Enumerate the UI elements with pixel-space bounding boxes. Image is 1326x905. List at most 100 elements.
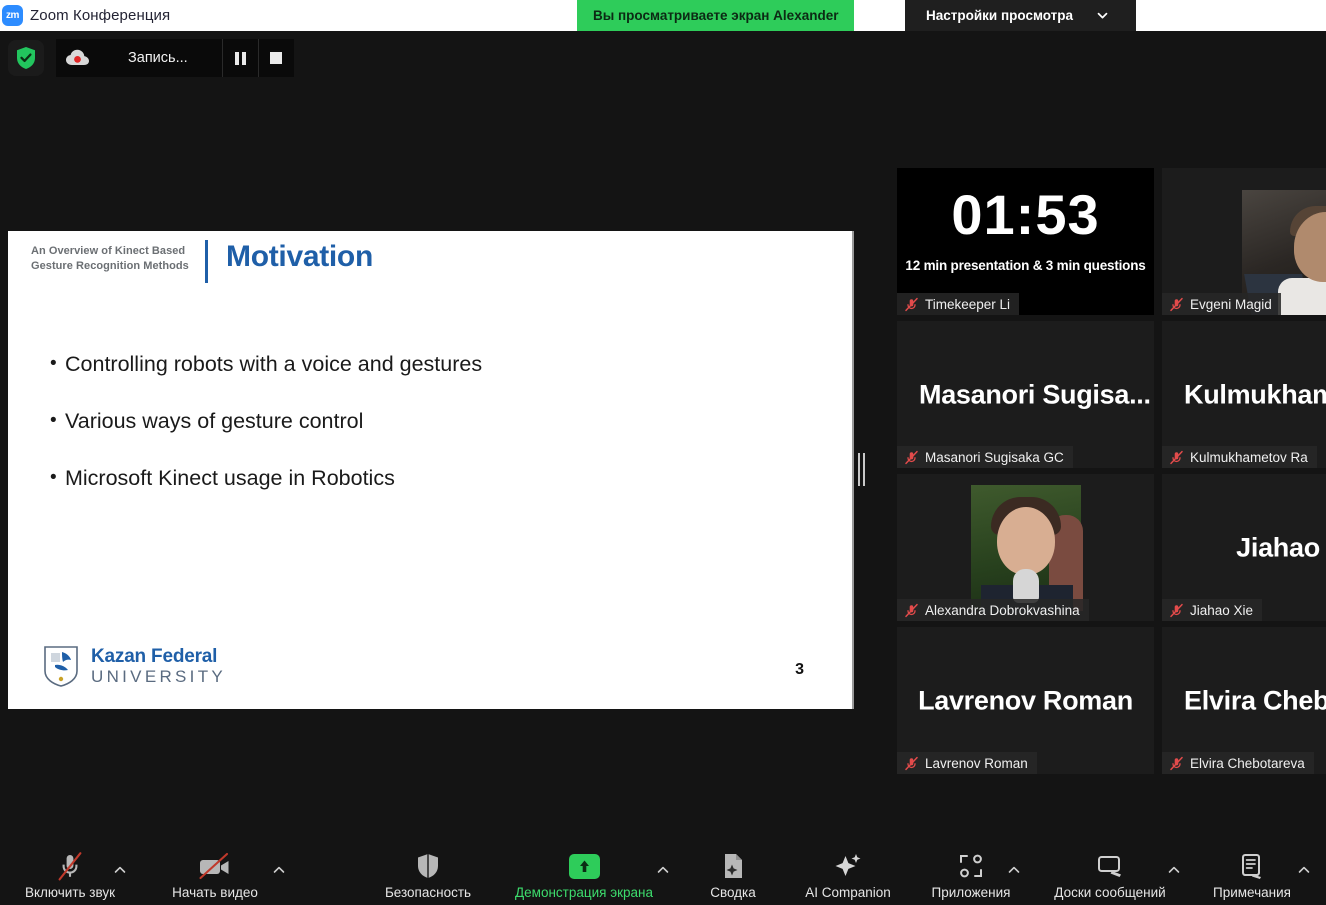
shield-icon bbox=[415, 849, 441, 883]
bullet-text: Various ways of gesture control bbox=[65, 408, 363, 434]
meeting-toolbar: Включить звук Начать видео bbox=[0, 833, 1326, 905]
toolbar-label: Включить звук bbox=[25, 885, 115, 900]
toolbar-label: Сводка bbox=[710, 885, 756, 900]
security-shield-icon[interactable] bbox=[8, 40, 44, 76]
microphone-muted-icon bbox=[904, 450, 919, 465]
zoom-logo-icon: zm bbox=[2, 5, 23, 26]
microphone-muted-icon bbox=[1169, 297, 1184, 312]
toolbar-label: Безопасность bbox=[385, 885, 471, 900]
participant-tile-lavrenov[interactable]: Lavrenov Roman Lavrenov Roman bbox=[897, 627, 1154, 774]
university-name-line1: Kazan Federal bbox=[91, 646, 217, 667]
participant-name: Timekeeper Li bbox=[925, 297, 1010, 312]
shared-screen-slide[interactable]: An Overview of Kinect Based Gesture Reco… bbox=[8, 231, 854, 709]
list-item: • Controlling robots with a voice and ge… bbox=[50, 351, 810, 377]
chevron-up-icon-audio[interactable] bbox=[112, 862, 128, 878]
list-item: • Microsoft Kinect usage in Robotics bbox=[50, 465, 810, 491]
participant-name: Elvira Chebotareva bbox=[1190, 756, 1305, 771]
bullet-dot-icon: • bbox=[50, 465, 65, 491]
pause-icon bbox=[235, 52, 246, 65]
apps-icon bbox=[957, 849, 985, 883]
participant-tile-kulmukhametov[interactable]: Kulmukhame Kulmukhametov Ra bbox=[1162, 321, 1326, 468]
participant-name: Evgeni Magid bbox=[1190, 297, 1272, 312]
participant-tile-timekeeper[interactable]: 01:53 12 min presentation & 3 min questi… bbox=[897, 168, 1154, 315]
recording-bar: Запись... bbox=[8, 38, 294, 78]
participant-name-bar: Alexandra Dobrokvashina bbox=[897, 599, 1089, 621]
toolbar-item-share-screen[interactable]: Демонстрация экрана bbox=[514, 849, 654, 900]
participant-tiles-grid: 01:53 12 min presentation & 3 min questi… bbox=[897, 168, 1326, 780]
toolbar-label: Примечания bbox=[1213, 885, 1291, 900]
ai-sparkle-icon bbox=[833, 849, 863, 883]
window-title: Zoom Конференция bbox=[30, 7, 170, 24]
kazan-federal-university-shield-icon bbox=[43, 645, 79, 687]
presentation-timer-clock: 01:53 bbox=[897, 184, 1154, 246]
viewing-screen-banner: Вы просматриваете экран Alexander bbox=[577, 0, 854, 31]
tile-row: Alexandra Dobrokvashina Jiahao X Jiahao … bbox=[897, 474, 1326, 621]
participant-name-bar: Masanori Sugisaka GC bbox=[897, 446, 1073, 468]
share-screen-icon bbox=[569, 849, 600, 883]
participant-name: Alexandra Dobrokvashina bbox=[925, 603, 1080, 618]
participant-tile-dobrokvashina[interactable]: Alexandra Dobrokvashina bbox=[897, 474, 1154, 621]
participant-display-name: Lavrenov Roman bbox=[897, 685, 1154, 716]
microphone-muted-icon bbox=[904, 756, 919, 771]
toolbar-label: Приложения bbox=[932, 885, 1011, 900]
view-settings-button[interactable]: Настройки просмотра bbox=[905, 0, 1136, 31]
recording-panel: Запись... bbox=[56, 39, 294, 77]
participant-video-feed bbox=[971, 485, 1081, 610]
toolbar-item-ai-companion[interactable]: AI Companion bbox=[778, 849, 918, 900]
university-logo: Kazan Federal UNIVERSITY bbox=[43, 645, 226, 687]
stop-recording-button[interactable] bbox=[258, 39, 294, 77]
tile-row: 01:53 12 min presentation & 3 min questi… bbox=[897, 168, 1326, 315]
toolbar-item-security[interactable]: Безопасность bbox=[358, 849, 498, 900]
participant-name-bar: Evgeni Magid bbox=[1162, 293, 1281, 315]
participant-name-bar: Lavrenov Roman bbox=[897, 752, 1037, 774]
bullet-dot-icon: • bbox=[50, 351, 65, 377]
bullet-text: Microsoft Kinect usage in Robotics bbox=[65, 465, 395, 491]
toolbar-label: Начать видео bbox=[172, 885, 258, 900]
recording-status-label: Запись... bbox=[100, 50, 222, 66]
toolbar-item-whiteboards[interactable]: Доски сообщений bbox=[1040, 849, 1180, 900]
chevron-up-icon-apps[interactable] bbox=[1006, 862, 1022, 878]
summary-document-icon bbox=[719, 849, 747, 883]
camera-muted-icon bbox=[196, 849, 234, 883]
university-name-line2: UNIVERSITY bbox=[91, 667, 226, 686]
chevron-down-icon bbox=[1096, 9, 1109, 22]
participant-name: Masanori Sugisaka GC bbox=[925, 450, 1064, 465]
microphone-muted-icon bbox=[1169, 450, 1184, 465]
list-item: • Various ways of gesture control bbox=[50, 408, 810, 434]
tile-row: Lavrenov Roman Lavrenov Roman Elvira Che… bbox=[897, 627, 1326, 774]
toolbar-label: Доски сообщений bbox=[1054, 885, 1165, 900]
slide-divider-rule bbox=[205, 240, 208, 283]
toolbar-label: AI Companion bbox=[805, 885, 891, 900]
toolbar-label: Демонстрация экрана bbox=[515, 885, 653, 900]
stop-icon bbox=[270, 52, 282, 64]
slide-page-number: 3 bbox=[795, 661, 804, 679]
microphone-muted-icon bbox=[904, 297, 919, 312]
chevron-up-icon-video[interactable] bbox=[271, 862, 287, 878]
participant-display-name: Masanori Sugisa... bbox=[919, 379, 1151, 410]
whiteboard-icon bbox=[1095, 849, 1125, 883]
chevron-up-icon-notes[interactable] bbox=[1296, 862, 1312, 878]
microphone-muted-icon bbox=[904, 603, 919, 618]
notes-icon bbox=[1238, 849, 1266, 883]
participant-tile-magid[interactable]: Evgeni Magid bbox=[1162, 168, 1326, 315]
slide-bullet-list: • Controlling robots with a voice and ge… bbox=[50, 351, 810, 522]
slide-header: An Overview of Kinect Based Gesture Reco… bbox=[31, 240, 373, 283]
slide-kicker: An Overview of Kinect Based Gesture Reco… bbox=[31, 240, 191, 274]
participant-name-bar: Elvira Chebotareva bbox=[1162, 752, 1314, 774]
participant-name-bar: Jiahao Xie bbox=[1162, 599, 1262, 621]
participant-display-name: Jiahao X bbox=[1162, 532, 1326, 563]
participant-tile-jiahao[interactable]: Jiahao X Jiahao Xie bbox=[1162, 474, 1326, 621]
participant-name: Lavrenov Roman bbox=[925, 756, 1028, 771]
participant-display-name: Elvira Chebo bbox=[1184, 685, 1326, 716]
participant-tile-chebotareva[interactable]: Elvira Chebo Elvira Chebotareva bbox=[1162, 627, 1326, 774]
participant-display-name: Kulmukhame bbox=[1184, 379, 1326, 410]
participant-tile-sugisaka[interactable]: Masanori Sugisa... Masanori Sugisaka GC bbox=[897, 321, 1154, 468]
pause-recording-button[interactable] bbox=[222, 39, 258, 77]
microphone-muted-icon bbox=[1169, 756, 1184, 771]
toolbar-item-video[interactable]: Начать видео bbox=[145, 849, 285, 900]
panel-resize-handle[interactable] bbox=[856, 449, 866, 490]
chevron-up-icon-whiteboards[interactable] bbox=[1166, 862, 1182, 878]
zoom-meeting-window: zm Zoom Конференция Вы просматриваете эк… bbox=[0, 0, 1326, 905]
bullet-text: Controlling robots with a voice and gest… bbox=[65, 351, 482, 377]
cloud-record-icon bbox=[56, 48, 100, 68]
